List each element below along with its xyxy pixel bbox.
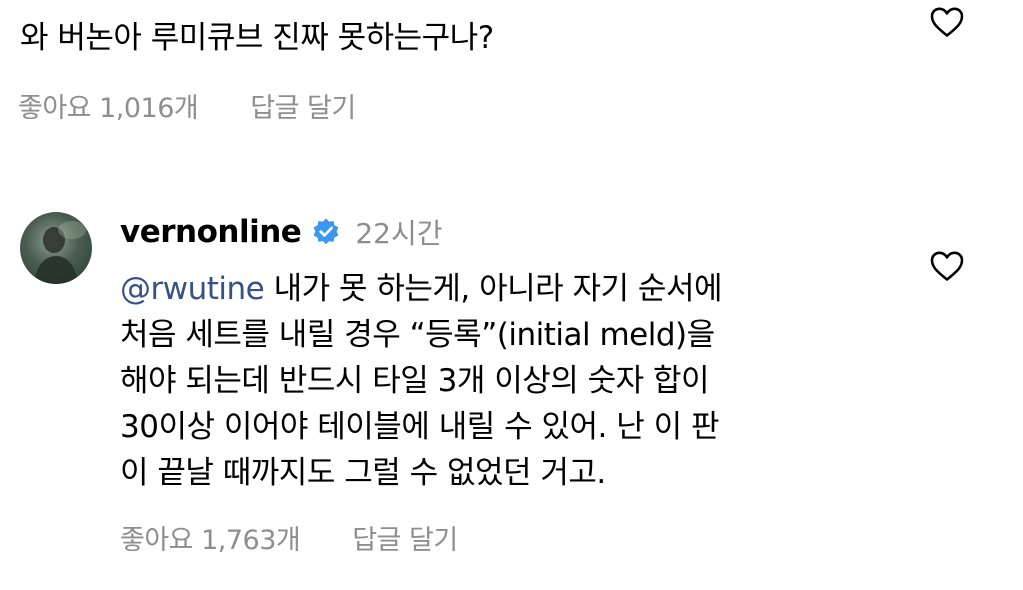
reply-line-2: 처음 세트를 내릴 경우 “등록”(initial meld)을 bbox=[120, 317, 715, 353]
like-count[interactable]: 좋아요 1,763개 bbox=[120, 518, 301, 557]
reply-line-1-text: 내가 못 하는게, 아니라 자기 순서에 bbox=[264, 271, 723, 307]
avatar[interactable] bbox=[20, 212, 92, 284]
reply-text: @rwutine 내가 못 하는게, 아니라 자기 순서에 처음 세트를 내릴 … bbox=[120, 266, 880, 496]
timestamp: 22시간 bbox=[355, 217, 443, 250]
reply-meta: 좋아요 1,763개 답글 달기 bbox=[120, 518, 458, 557]
reply-button[interactable]: 답글 달기 bbox=[250, 86, 356, 125]
top-comment-meta: 좋아요 1,016개 답글 달기 bbox=[18, 86, 356, 125]
mention-link[interactable]: @rwutine bbox=[120, 271, 265, 307]
reply-line-1: @rwutine 내가 못 하는게, 아니라 자기 순서에 bbox=[120, 266, 880, 312]
like-count[interactable]: 좋아요 1,016개 bbox=[18, 86, 199, 125]
heart-outline-icon[interactable] bbox=[928, 4, 966, 40]
reply-header: vernonline 22시간 bbox=[120, 212, 442, 252]
reply-button[interactable]: 답글 달기 bbox=[352, 518, 458, 557]
reply-line-3: 해야 되는데 반드시 타일 3개 이상의 숫자 합이 bbox=[120, 363, 710, 399]
heart-outline-icon[interactable] bbox=[928, 248, 966, 284]
reply-line-4: 30이상 이어야 테이블에 내릴 수 있어. 난 이 판 bbox=[120, 409, 719, 445]
verified-badge-icon bbox=[311, 217, 341, 247]
username[interactable]: vernonline bbox=[120, 214, 302, 250]
reply-line-5: 이 끝날 때까지도 그럴 수 없었던 거고. bbox=[120, 455, 606, 491]
top-comment-text: 와 버논아 루미큐브 진짜 못하는구나? bbox=[20, 20, 494, 56]
